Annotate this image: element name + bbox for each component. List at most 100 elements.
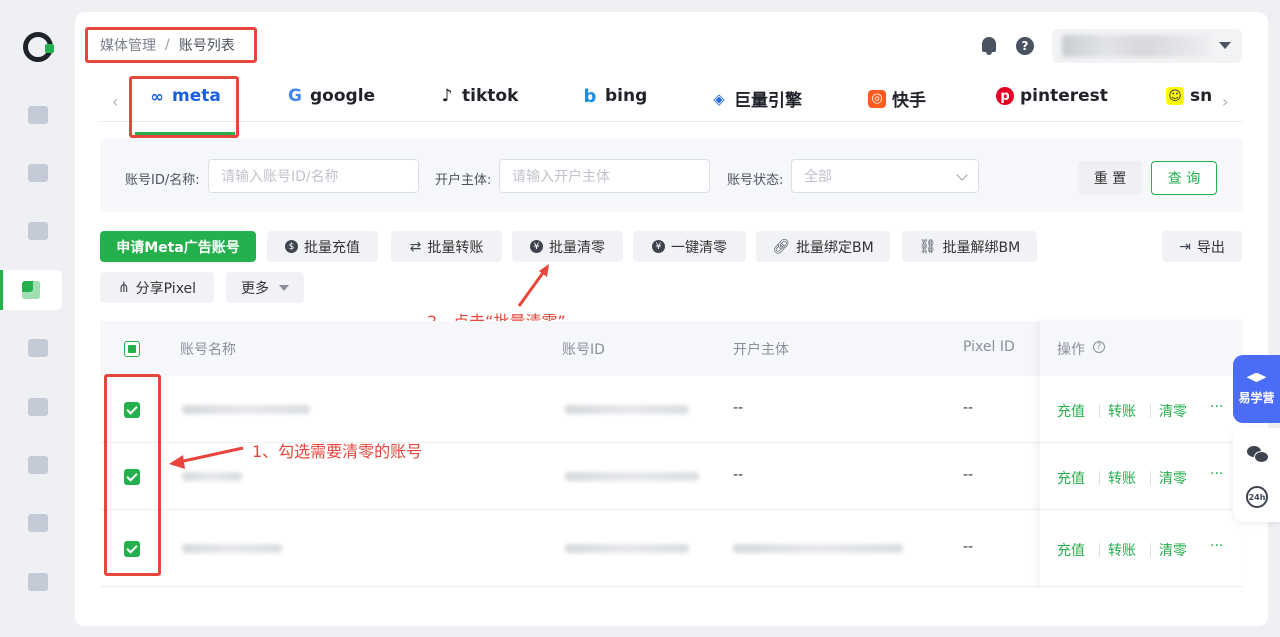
google-icon: G (288, 86, 302, 106)
box-icon[interactable] (0, 503, 75, 543)
batch-recharge-button[interactable]: $ 批量充值 (267, 231, 378, 262)
transfer-link[interactable]: 转账 (1108, 540, 1136, 560)
col-account-id: 账号ID (562, 342, 605, 358)
image-icon[interactable] (0, 445, 75, 485)
share-pixel-button[interactable]: ⋔ 分享Pixel (100, 272, 214, 303)
tab-oceanengine[interactable]: ◈ 巨量引擎 (710, 86, 802, 112)
transfer-link[interactable]: 转账 (1108, 401, 1136, 421)
export-icon: ⇥ (1179, 238, 1191, 255)
batch-transfer-button[interactable]: ⇄ 批量转账 (391, 231, 502, 262)
recharge-link[interactable]: 充值 (1057, 401, 1085, 421)
tab-kuaishou[interactable]: ◎ 快手 (868, 86, 926, 111)
tab-bing[interactable]: b bing (581, 85, 648, 107)
batch-clear-button[interactable]: ¥ 批量清零 (512, 231, 623, 262)
monitor-icon[interactable] (0, 387, 75, 427)
account-search-input[interactable]: 请输入账号ID/名称 (208, 159, 419, 193)
transfer-link[interactable]: 转账 (1108, 468, 1136, 488)
graduation-cap-icon (1246, 372, 1267, 383)
support-panel: 24h (1233, 428, 1280, 522)
tab-label: 快手 (892, 91, 926, 111)
owner-search-input[interactable]: 请输入开户主体 (499, 159, 710, 193)
account-id-redacted (565, 405, 689, 414)
customer-service-24h-icon[interactable]: 24h (1246, 486, 1268, 508)
pixel-id-cell: -- (963, 467, 974, 483)
media-icon[interactable] (0, 270, 62, 310)
status-select[interactable]: 全部 (791, 159, 979, 193)
oceanengine-icon: ◈ (713, 89, 725, 108)
learning-center-button[interactable]: 易学营 (1233, 355, 1280, 423)
tab-prev-icon[interactable]: ‹ (112, 92, 118, 111)
bing-icon: b (583, 85, 597, 107)
batch-bind-bm-button[interactable]: 🔗︎ 批量绑定BM (756, 231, 890, 262)
chevron-down-icon (279, 284, 289, 291)
share-icon: ⋔ (117, 279, 130, 296)
breadcrumb-separator: / (165, 37, 170, 53)
tab-pinterest[interactable]: p pinterest (996, 86, 1108, 106)
reset-button[interactable]: 重 置 (1078, 161, 1142, 195)
kuaishou-icon: ◎ (868, 89, 886, 108)
tab-tiktok[interactable]: ♪ tiktok (438, 86, 519, 106)
clear-link[interactable]: 清零 (1159, 401, 1187, 421)
account-id-redacted (565, 472, 699, 481)
chevron-down-icon (956, 169, 968, 181)
snapchat-icon: ☺ (1166, 87, 1184, 105)
status-filter-label: 账号状态: (727, 173, 784, 188)
building-icon[interactable] (0, 153, 75, 193)
batch-unbind-bm-button[interactable]: ⛓︎ 批量解绑BM (902, 231, 1037, 262)
pinterest-icon: p (996, 87, 1014, 105)
folder-icon[interactable] (0, 211, 75, 251)
recharge-link[interactable]: 充值 (1057, 468, 1085, 488)
owner-search-placeholder: 请输入开户主体 (512, 169, 610, 185)
side-nav (0, 0, 75, 637)
breadcrumb-current: 账号列表 (178, 38, 235, 54)
filter-panel: 账号ID/名称: 请输入账号ID/名称 开户主体: 请输入开户主体 账号状态: … (100, 139, 1243, 212)
more-ops-icon[interactable]: ··· (1210, 399, 1223, 415)
tab-google[interactable]: G google (286, 86, 375, 106)
dollar-icon: $ (285, 240, 298, 253)
select-all-checkbox[interactable] (124, 341, 140, 357)
status-select-value: 全部 (804, 169, 832, 185)
query-button[interactable]: 查 询 (1151, 161, 1217, 195)
recharge-link[interactable]: 充值 (1057, 540, 1085, 560)
pixel-id-cell: -- (963, 400, 974, 416)
annotation-arrow-2 (517, 264, 549, 307)
more-label: 更多 (241, 280, 269, 297)
app-logo[interactable] (23, 32, 54, 62)
wallet-icon[interactable] (0, 562, 75, 602)
owner-redacted (733, 544, 903, 553)
export-label: 导出 (1196, 239, 1225, 256)
account-filter-label: 账号ID/名称: (125, 173, 200, 188)
unlink-icon: ⛓︎ (918, 238, 937, 255)
apply-meta-account-button[interactable]: 申请Meta广告账号 (100, 231, 256, 262)
tab-label: pinterest (1020, 86, 1108, 106)
clear-link[interactable]: 清零 (1159, 468, 1187, 488)
user-menu[interactable] (1052, 29, 1242, 63)
more-ops-icon[interactable]: ··· (1210, 466, 1223, 482)
col-account-name: 账号名称 (180, 342, 236, 358)
more-ops-icon[interactable]: ··· (1210, 538, 1223, 554)
wechat-icon[interactable] (1247, 446, 1269, 463)
export-button[interactable]: ⇥ 导出 (1162, 231, 1242, 262)
one-click-clear-button[interactable]: ¥ 一键清零 (633, 231, 746, 262)
transfer-icon: ⇄ (409, 238, 422, 255)
monitor-chart-icon[interactable] (0, 328, 75, 368)
account-id-redacted (565, 544, 689, 553)
tab-next-icon[interactable]: › (1222, 92, 1228, 111)
op-divider (1150, 471, 1151, 485)
batch-clear-label: 批量清零 (549, 239, 605, 256)
batch-unbind-bm-label: 批量解绑BM (942, 239, 1021, 256)
bell-icon[interactable] (980, 36, 998, 56)
account-name-redacted (182, 405, 310, 414)
help-icon[interactable]: ? (1016, 37, 1034, 55)
breadcrumb-parent[interactable]: 媒体管理 (100, 35, 156, 55)
batch-bind-bm-label: 批量绑定BM (796, 239, 874, 256)
tab-label: tiktok (462, 86, 519, 106)
avatar (1062, 35, 1210, 57)
more-dropdown[interactable]: 更多 (226, 272, 304, 303)
share-pixel-label: 分享Pixel (135, 280, 197, 297)
clear-link[interactable]: 清零 (1159, 540, 1187, 560)
op-divider (1099, 404, 1100, 418)
tab-snapchat[interactable]: ☺ sn (1166, 86, 1212, 106)
tab-label: bing (605, 86, 648, 106)
home-icon[interactable] (0, 95, 75, 135)
